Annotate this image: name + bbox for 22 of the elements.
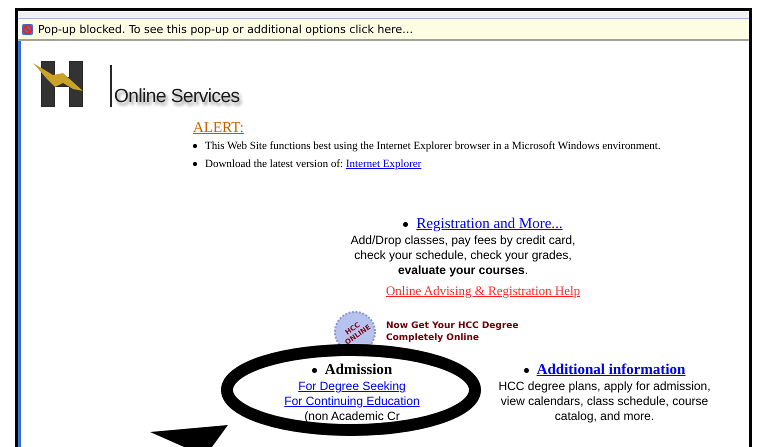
admission-link[interactable]: For Continuing Education [284,394,420,409]
alert-text: This Web Site functions best using the Internet Explorer browser in a Microsoft Windows environment. [205,139,661,154]
blocked-icon [21,22,34,36]
registration-link[interactable]: Registration and More... [416,215,563,233]
download-link[interactable]: Internet Explorer [346,158,422,170]
admission-heading: Admission [324,361,392,379]
bullet-icon [524,368,529,372]
promo-text: Now Get Your HCC Degree Completely Online [386,320,520,344]
bullet-icon [403,222,408,226]
popup-blocked-bar[interactable]: Pop-up blocked. To see this pop-up or additional options click here… [18,19,749,41]
bullet-icon [312,368,317,372]
help-link[interactable]: Online Advising & Registration Help [386,283,580,299]
alert-heading: ALERT: [193,120,244,137]
admission-link[interactable]: For Degree Seeking [298,379,406,394]
registration-description: Add/Drop classes, pay fees by credit card, check your schedule, check your grades, evaluate your courses. [350,233,576,278]
bullet-icon [193,162,197,166]
page-title: Online Services [110,65,240,107]
bullet-icon [193,144,197,148]
additional-description: HCC degree plans, apply for admission, view calendars, class schedule, course catalog, and more. [497,379,712,424]
alert-text: Download the latest version of: Internet Explorer [205,157,422,172]
additional-info-link[interactable]: Additional information [536,361,686,379]
admission-note: (non Academic Cr [304,409,400,424]
